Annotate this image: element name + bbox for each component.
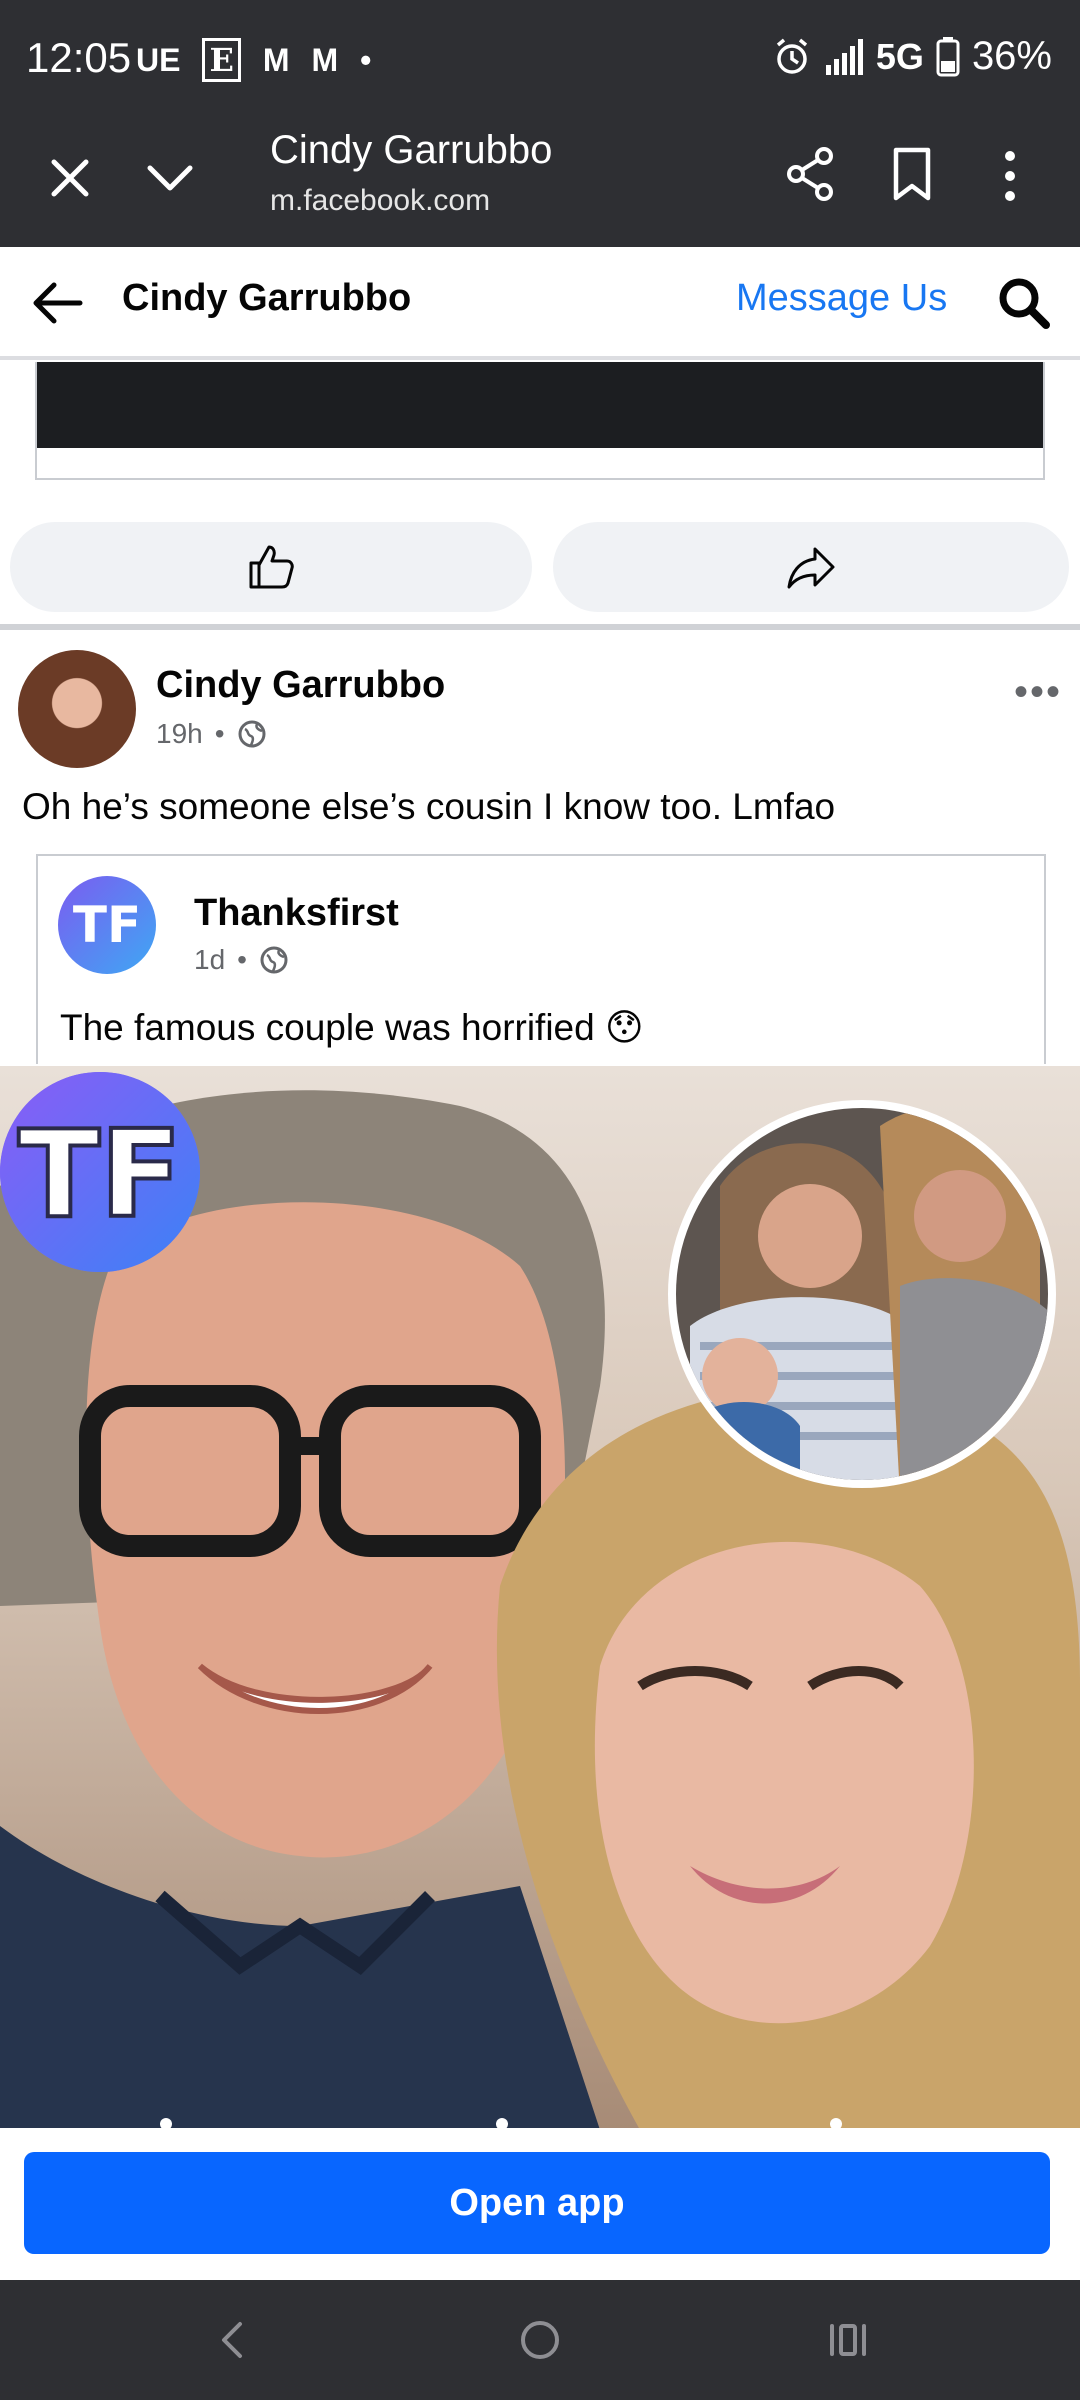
share-arrow-icon — [787, 547, 835, 589]
open-app-bar: Open app — [0, 2128, 1080, 2280]
page-title: Cindy Garrubbo — [270, 128, 553, 172]
status-time: 12:05 — [26, 34, 132, 81]
previous-post-attachment[interactable] — [35, 362, 1045, 480]
previous-post-image — [37, 362, 1043, 448]
fb-page-header: Cindy Garrubbo Message Us — [0, 247, 1080, 360]
search-icon[interactable] — [996, 275, 1052, 331]
shared-page-name[interactable]: Thanksfirst — [194, 892, 399, 935]
back-arrow-icon[interactable] — [30, 275, 86, 331]
share-icon[interactable] — [782, 144, 838, 204]
shared-post-meta: 1d • — [194, 944, 289, 976]
author-avatar[interactable] — [18, 650, 136, 768]
post-divider — [0, 624, 1080, 630]
gmail-icon: M — [262, 41, 290, 78]
bookmark-icon[interactable] — [884, 144, 940, 204]
open-app-button[interactable]: Open app — [24, 2152, 1050, 2254]
fb-page-name: Cindy Garrubbo — [122, 277, 412, 319]
more-notifications-dot: • — [360, 41, 372, 78]
thanksfirst-avatar[interactable]: TF — [58, 876, 156, 974]
thumbs-up-icon — [249, 545, 294, 589]
couple-photo: TF — [0, 1072, 1080, 2130]
globe-icon — [238, 720, 266, 748]
like-button[interactable] — [10, 522, 532, 612]
nav-home-icon[interactable] — [518, 2318, 562, 2362]
battery-percent: 36% — [971, 34, 1052, 78]
post-author-name[interactable]: Cindy Garrubbo — [156, 664, 445, 707]
close-icon[interactable] — [42, 150, 98, 206]
post-options-icon[interactable]: ••• — [1014, 670, 1062, 715]
signal-icon — [825, 38, 863, 75]
page-url: m.facebook.com — [270, 184, 491, 217]
shared-post-time[interactable]: 1d — [194, 944, 225, 976]
status-right: 5G 36% — [772, 34, 1052, 79]
system-nav-bar — [0, 2280, 1080, 2400]
post-meta: 19h • — [156, 718, 267, 750]
chevron-down-icon[interactable] — [140, 150, 200, 206]
shared-post-card[interactable]: TF Thanksfirst 1d • The famous couple wa… — [36, 854, 1046, 1064]
status-bar: 12:05 UE E M M • 5G 36% — [0, 0, 1080, 120]
share-button[interactable] — [553, 522, 1069, 612]
network-type: 5G — [875, 35, 924, 77]
e-notification-icon: E — [202, 38, 241, 82]
tf-logo-text: TF — [18, 1106, 182, 1245]
message-us-button[interactable]: Message Us — [736, 277, 947, 320]
notification-icons: UE E M M • — [136, 38, 371, 82]
post-text: Oh he’s someone else’s cousin I know too… — [22, 786, 836, 827]
ue-notification-icon: UE — [136, 41, 181, 78]
browser-toolbar: Cindy Garrubbo m.facebook.com — [0, 120, 1080, 247]
alarm-icon — [776, 38, 808, 74]
meta-separator-dot: • — [214, 718, 225, 749]
shared-post-text: The famous couple was horrified 😯 — [60, 1007, 644, 1048]
globe-icon — [260, 946, 288, 974]
meta-separator-dot: • — [237, 944, 247, 975]
nav-back-icon[interactable] — [212, 2318, 252, 2362]
nav-recents-icon[interactable] — [826, 2320, 870, 2360]
battery-icon — [936, 36, 960, 76]
post-time[interactable]: 19h — [156, 718, 203, 750]
more-vertical-icon[interactable] — [990, 144, 1030, 208]
post-image[interactable]: TF — [0, 1066, 1080, 2130]
gmail-icon-2: M — [311, 41, 339, 78]
